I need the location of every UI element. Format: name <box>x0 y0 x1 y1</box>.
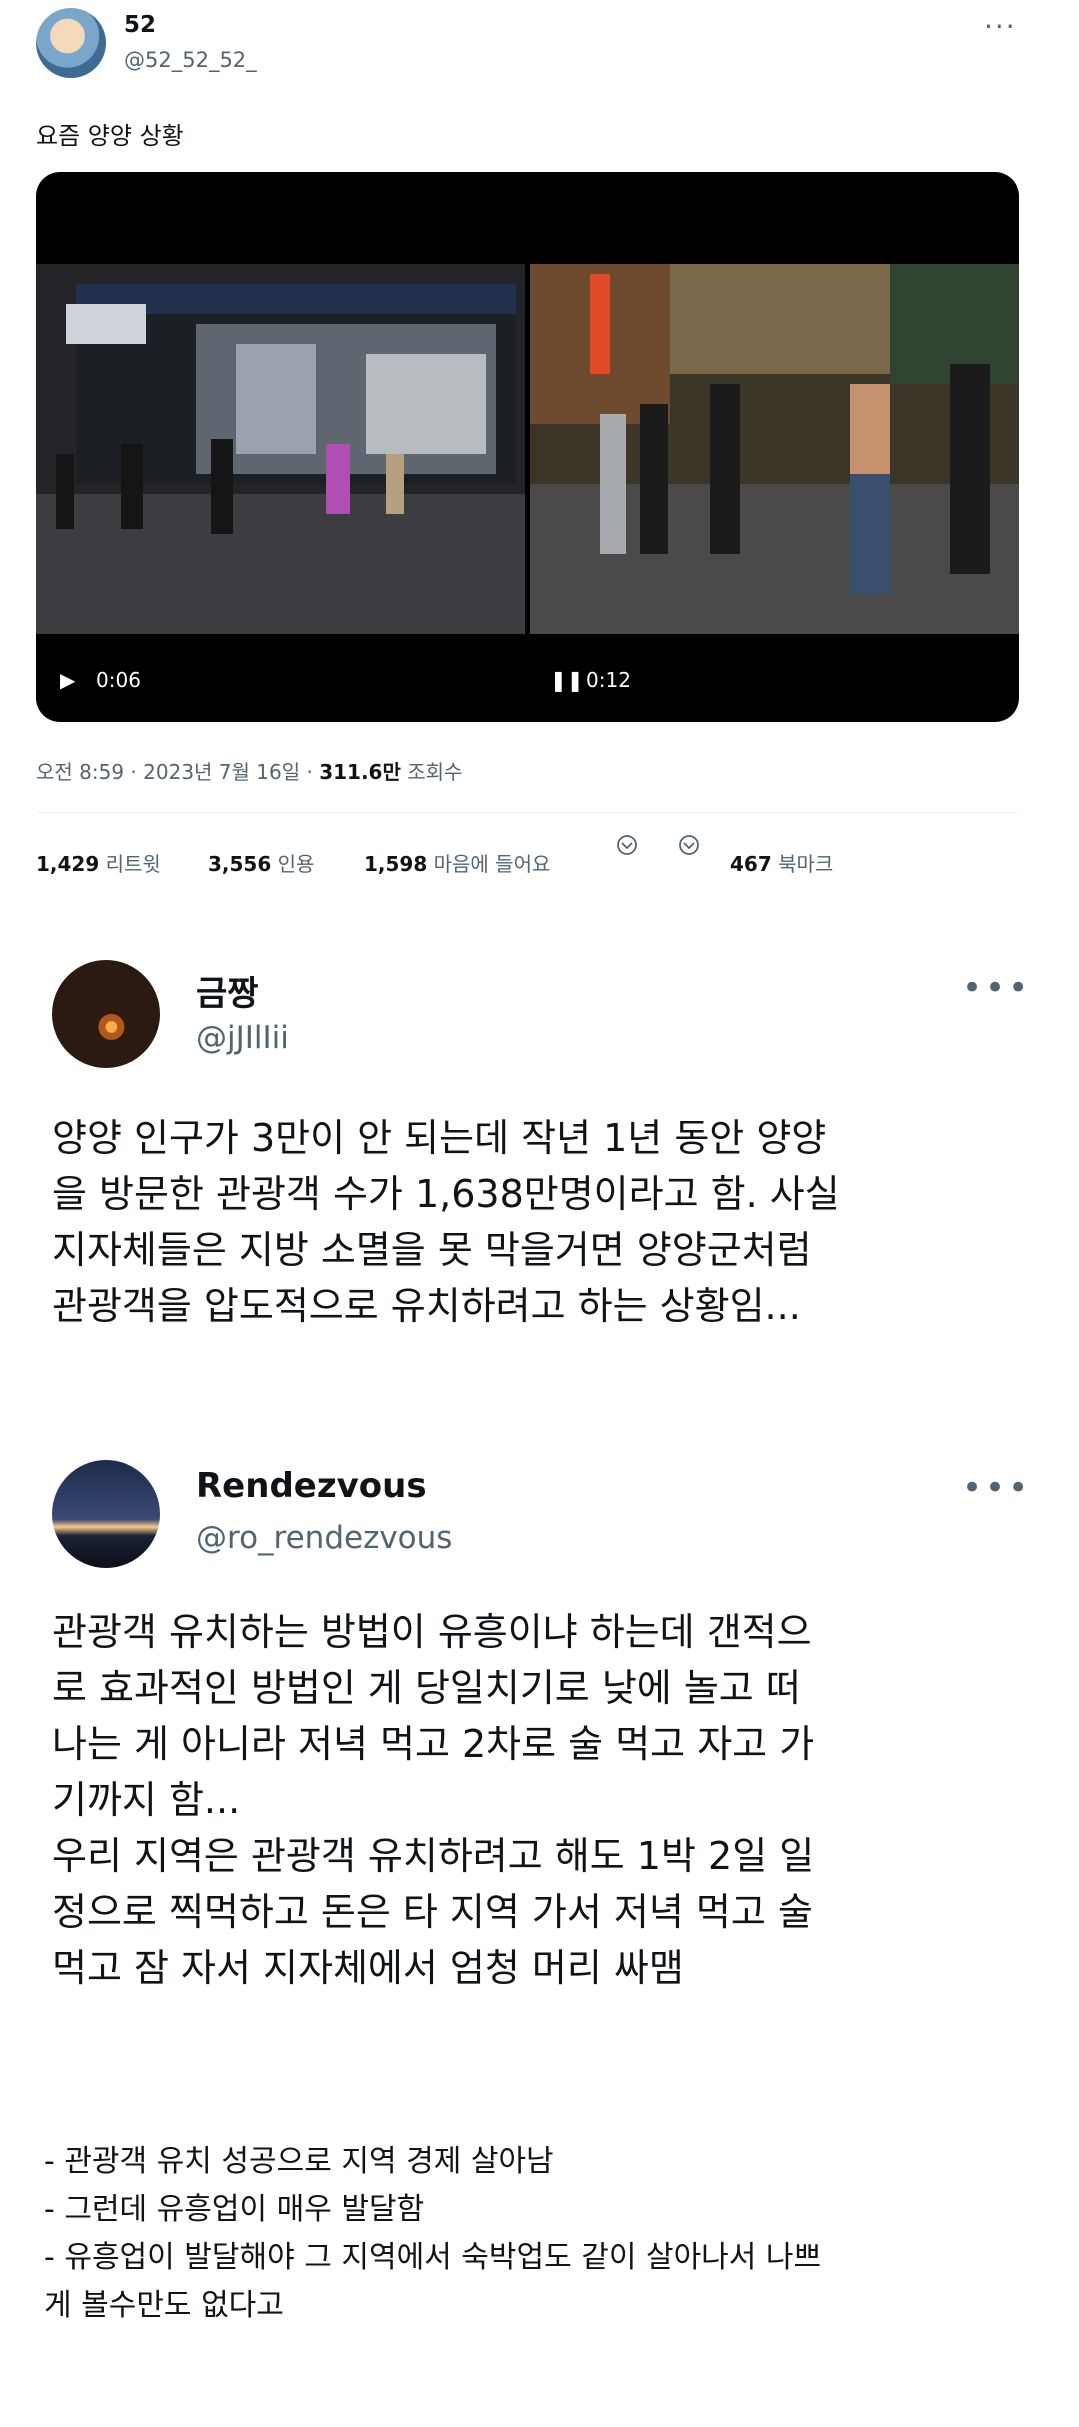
note-line: - 관광객 유치 성공으로 지역 경제 살아남 <box>44 2144 554 2179</box>
display-name[interactable]: Rendezvous <box>196 1466 427 1506</box>
tweet-text: 요즘 양양 상황 <box>36 122 184 150</box>
text-line: 로 효과적인 방법인 게 당일치기로 낮에 놀고 떠 <box>52 1666 801 1710</box>
emoji-icon[interactable] <box>678 834 700 856</box>
reply-text: 관광객 유치하는 방법이 유흥이냐 하는데 갠적으 로 효과적인 방법인 게 당… <box>52 1604 1042 1996</box>
tweet-meta: 오전 8:59 · 2023년 7월 16일 · 311.6만 조회수 <box>36 756 462 785</box>
bookmarks-stat[interactable]: 467 북마크 <box>730 848 833 877</box>
more-options-icon[interactable]: ••• <box>962 1468 1031 1508</box>
views-count: 311.6만 <box>319 760 401 784</box>
timestamp: 오전 8:59 · 2023년 7월 16일 · <box>36 760 320 784</box>
video-player-1[interactable]: ▶ 0:06 <box>36 172 525 722</box>
note-line: - 그런데 유흥업이 매우 발달함 <box>44 2192 425 2227</box>
text-line: 나는 게 아니라 저녁 먹고 2차로 술 먹고 자고 가 <box>52 1722 815 1766</box>
display-name[interactable]: 52 <box>124 12 156 38</box>
text-line: 먹고 잠 자서 지자체에서 엄청 머리 싸맴 <box>52 1946 684 1990</box>
video-frame-1 <box>36 264 525 634</box>
summary-notes: - 관광객 유치 성공으로 지역 경제 살아남 - 그런데 유흥업이 매우 발달… <box>44 2138 1034 2330</box>
more-options-icon[interactable]: ··· <box>984 10 1017 43</box>
avatar[interactable] <box>36 8 106 78</box>
video-duration: 0:06 <box>96 668 141 692</box>
note-line: - 유흥업이 발달해야 그 지역에서 숙박업도 같이 살아나서 나쁘 <box>44 2240 822 2275</box>
text-line: 관광객을 압도적으로 유치하려고 하는 상황임... <box>52 1284 801 1328</box>
user-handle[interactable]: @ro_rendezvous <box>196 1520 452 1556</box>
more-options-icon[interactable]: ••• <box>962 968 1031 1008</box>
likes-stat[interactable]: 1,598 마음에 들어요 <box>364 848 550 877</box>
user-handle[interactable]: @52_52_52_ <box>124 48 257 72</box>
text-line: 을 방문한 관광객 수가 1,638만명이라고 함. 사실 <box>52 1172 840 1216</box>
avatar[interactable] <box>52 1460 160 1568</box>
emoji-icon[interactable] <box>616 834 638 856</box>
pause-icon[interactable]: ❚❚ <box>550 668 584 692</box>
display-name[interactable]: 금짱 <box>196 966 259 1015</box>
text-line: 관광객 유치하는 방법이 유흥이냐 하는데 갠적으 <box>52 1610 812 1654</box>
media-grid: ▶ 0:06 ❚❚ 0:12 <box>36 172 1019 722</box>
play-icon[interactable]: ▶ <box>60 668 75 692</box>
user-handle[interactable]: @jJIlIii <box>196 1020 289 1056</box>
views-label: 조회수 <box>400 760 463 784</box>
note-line: 게 볼수만도 없다고 <box>44 2288 284 2323</box>
reply-text: 양양 인구가 3만이 안 되는데 작년 1년 동안 양양 을 방문한 관광객 수… <box>52 1110 1042 1334</box>
quotes-stat[interactable]: 3,556 인용 <box>208 848 314 877</box>
text-line: 양양 인구가 3만이 안 되는데 작년 1년 동안 양양 <box>52 1116 827 1160</box>
retweets-stat[interactable]: 1,429 리트윗 <box>36 848 161 877</box>
text-line: 기까지 함... <box>52 1778 241 1822</box>
avatar[interactable] <box>52 960 160 1068</box>
video-frame-2 <box>530 264 1019 634</box>
text-line: 우리 지역은 관광객 유치하려고 해도 1박 2일 일 <box>52 1834 815 1878</box>
text-line: 정으로 찍먹하고 돈은 타 지역 가서 저녁 먹고 술 <box>52 1890 813 1934</box>
text-line: 지자체들은 지방 소멸을 못 막을거면 양양군처럼 <box>52 1228 812 1272</box>
video-player-2[interactable]: ❚❚ 0:12 <box>530 172 1019 722</box>
video-duration: 0:12 <box>586 668 631 692</box>
divider <box>36 812 1019 813</box>
